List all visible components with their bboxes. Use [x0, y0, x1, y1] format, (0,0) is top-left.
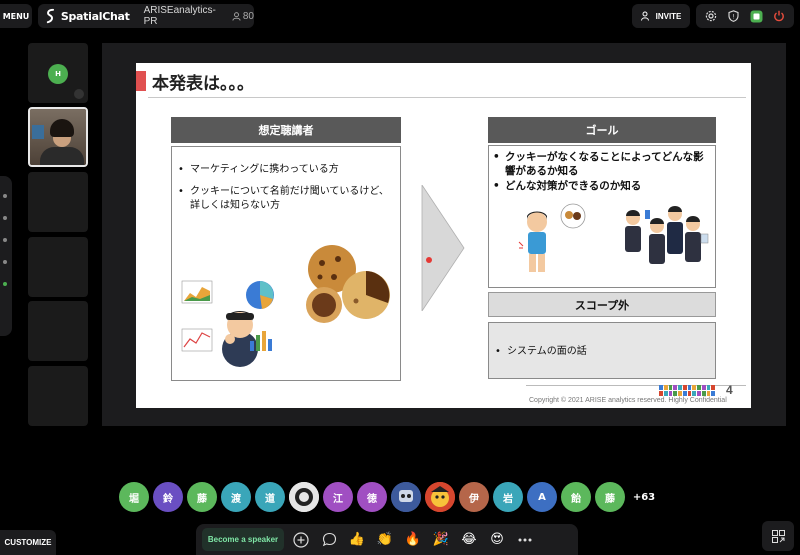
audience-header: 想定聴講者 [171, 117, 401, 143]
become-speaker-button[interactable]: Become a speaker [202, 528, 284, 551]
edge-dot [3, 194, 7, 198]
presentation-slide: 本発表は。。。 想定聴講者 マーケティングに携わっている方 クッキーについて名前… [136, 63, 751, 408]
room-header: SpatialChat ARISEanalytics-PR 80 [38, 4, 254, 28]
shield-icon[interactable]: ! [727, 9, 741, 23]
out-of-scope-list: システムの面の話 [493, 345, 713, 367]
top-bar: MENU SpatialChat ARISEanalytics-PR 80 IN… [0, 0, 800, 34]
out-of-scope-header: スコープ外 [488, 292, 716, 317]
menu-button[interactable]: MENU [0, 4, 32, 28]
copyright-text: Copyright © 2021 ARISE analytics reserve… [529, 397, 727, 404]
cookies-illustration [306, 245, 390, 323]
fire-icon[interactable]: 🔥 [402, 529, 424, 551]
spatialchat-logo-icon [46, 8, 55, 24]
audience-avatar[interactable]: 道 [255, 482, 285, 512]
audience-avatar[interactable]: 伊 [459, 482, 489, 512]
customize-button[interactable]: CUSTOMIZE [0, 530, 56, 555]
audience-avatar[interactable]: 飴 [561, 482, 591, 512]
audience-avatar-row: 堀 鈴 藤 渡 道 江 徳 伊 岩 A 飴 藤 +63 [119, 482, 659, 512]
heart-eyes-icon[interactable]: 😍 [486, 529, 508, 551]
video-person-body [40, 147, 84, 165]
edge-dot [3, 216, 7, 220]
laser-pointer [426, 257, 432, 263]
video-poster [32, 125, 44, 139]
child-with-cookie-illustration [518, 203, 586, 272]
pie-chart-illustration [246, 281, 274, 309]
more-participants-count[interactable]: +63 [629, 482, 659, 512]
clap-icon[interactable]: 👏 [374, 529, 396, 551]
audience-avatar[interactable]: 藤 [187, 482, 217, 512]
invite-button[interactable]: INVITE [632, 4, 690, 28]
edge-dot-active [3, 282, 7, 286]
audience-avatar[interactable]: A [527, 482, 557, 512]
edge-dot [3, 260, 7, 264]
participant-tile-empty[interactable] [28, 237, 88, 297]
audience-avatar[interactable]: 藤 [595, 482, 625, 512]
participant-tile-empty[interactable] [28, 172, 88, 232]
participant-tile-empty[interactable] [28, 366, 88, 426]
grid-expand-icon [771, 529, 785, 543]
audience-avatar[interactable]: 江 [323, 482, 353, 512]
power-icon[interactable] [772, 9, 786, 23]
add-icon[interactable] [290, 529, 312, 551]
participant-video-tile[interactable] [28, 107, 88, 167]
participant-tile[interactable]: H [28, 43, 88, 103]
participant-count: 80 [232, 11, 254, 22]
company-logo [659, 385, 715, 396]
invite-label: INVITE [655, 11, 682, 21]
title-accent-bar [136, 71, 146, 91]
person-icon [232, 11, 241, 21]
audience-box: マーケティングに携わっている方 クッキーについて名前だけ聞いているけど、詳しくは… [171, 146, 401, 381]
out-of-scope-item: システムの面の話 [493, 345, 713, 359]
audience-avatar[interactable]: 渡 [221, 482, 251, 512]
mic-off-icon [74, 89, 84, 99]
goal-box: クッキーがなくなることによってどんな影響があるか知る どんな対策ができるのか知る [488, 145, 716, 288]
top-right-controls: ! [696, 4, 794, 28]
title-divider [148, 97, 746, 98]
audience-list: マーケティングに携わっている方 クッキーについて名前だけ聞いているけど、詳しくは… [176, 163, 398, 221]
bottom-toolbar: Become a speaker 👍 👏 🔥 🎉 😂 😍 [196, 524, 578, 555]
edge-dot [3, 238, 7, 242]
add-person-icon [640, 11, 649, 21]
audience-avatar[interactable]: 鈴 [153, 482, 183, 512]
business-people-illustration [625, 206, 709, 264]
audience-avatar-photo[interactable] [425, 482, 455, 512]
avatar-character-icon [425, 482, 455, 512]
camera-toggle-icon[interactable] [749, 9, 763, 23]
out-of-scope-box: システムの面の話 [488, 322, 716, 379]
settings-icon[interactable] [704, 9, 718, 23]
svg-text:!: ! [733, 14, 735, 21]
app-name: SpatialChat [60, 9, 130, 23]
goal-list: クッキーがなくなることによってどんな影響があるか知る どんな対策ができるのか知る [491, 150, 713, 194]
avatar-photo-icon [289, 482, 319, 512]
arrow-icon [421, 185, 465, 311]
audience-avatar-photo[interactable] [391, 482, 421, 512]
participant-tile-empty[interactable] [28, 301, 88, 361]
thumbs-up-icon[interactable]: 👍 [346, 529, 368, 551]
left-edge-toolbar[interactable] [0, 176, 12, 336]
avatar-robot-icon [391, 482, 421, 512]
chat-icon[interactable] [318, 529, 340, 551]
laugh-icon[interactable]: 😂 [458, 529, 480, 551]
slide-title: 本発表は。。。 [152, 74, 254, 94]
more-icon[interactable] [514, 529, 536, 551]
goal-header: ゴール [488, 117, 716, 143]
audience-avatar[interactable]: 岩 [493, 482, 523, 512]
goal-item: クッキーがなくなることによってどんな影響があるか知る [491, 150, 713, 178]
audience-item: マーケティングに携わっている方 [176, 163, 398, 177]
video-person-hair [50, 119, 74, 137]
audience-item: クッキーについて名前だけ聞いているけど、詳しくは知らない方 [176, 185, 398, 213]
layout-grid-button[interactable] [762, 521, 794, 551]
audience-avatar[interactable]: 徳 [357, 482, 387, 512]
goal-item: どんな対策ができるのか知る [491, 179, 713, 193]
avatar: H [48, 64, 68, 84]
bar-chart-illustration [250, 331, 272, 351]
audience-avatar[interactable]: 堀 [119, 482, 149, 512]
party-icon[interactable]: 🎉 [430, 529, 452, 551]
audience-avatar-photo[interactable] [289, 482, 319, 512]
participant-count-value: 80 [242, 10, 254, 22]
room-name[interactable]: ARISEanalytics-PR [144, 5, 220, 27]
page-number: 4 [726, 383, 733, 397]
